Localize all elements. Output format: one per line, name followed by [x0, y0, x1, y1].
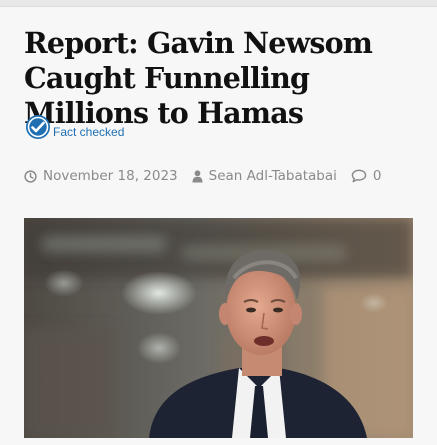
- date-item: November 18, 2023: [24, 168, 178, 184]
- browser-top-bar: [0, 0, 437, 7]
- fact-checked-badge[interactable]: Fact checked: [25, 110, 124, 140]
- comments-item[interactable]: 0: [351, 168, 382, 184]
- fact-checked-label: Fact checked: [53, 125, 125, 139]
- article-author[interactable]: Sean Adl-Tabatabai: [209, 168, 337, 184]
- person-icon: [192, 169, 203, 182]
- check-badge-icon: [25, 114, 51, 140]
- article-meta: November 18, 2023 Sean Adl-Tabatabai 0: [24, 167, 381, 185]
- clock-icon: [24, 169, 37, 183]
- comment-icon: [351, 169, 367, 183]
- author-item[interactable]: Sean Adl-Tabatabai: [192, 168, 337, 184]
- comment-count[interactable]: 0: [373, 168, 382, 184]
- article-photo[interactable]: [24, 218, 413, 438]
- article-date: November 18, 2023: [43, 168, 178, 184]
